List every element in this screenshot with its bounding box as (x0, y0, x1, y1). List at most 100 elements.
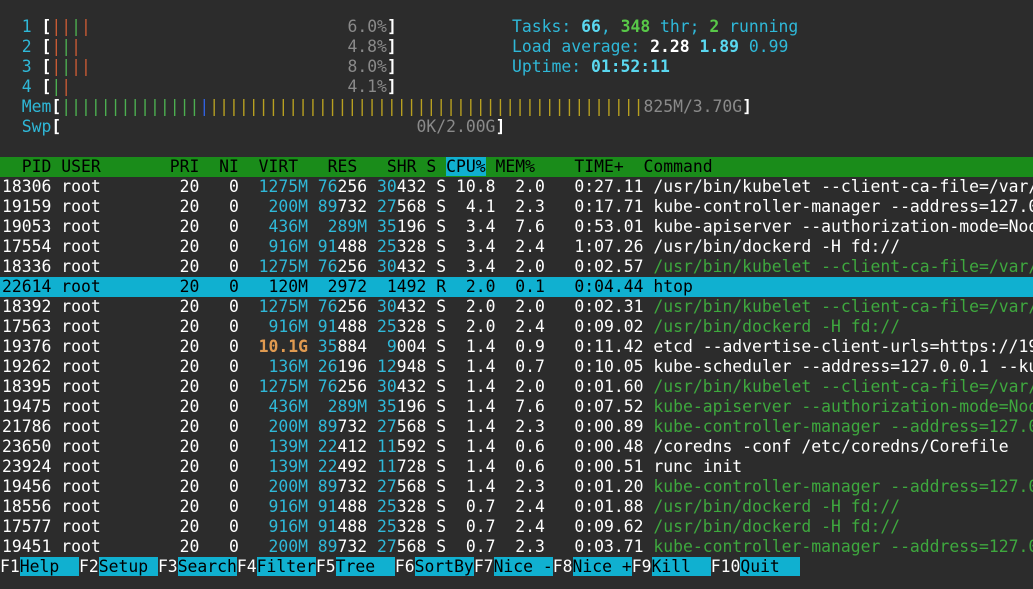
cpu-percent: 2.0 (446, 317, 496, 336)
process-row[interactable]: 19159 root 20 0 200M 89732 27568 S 4.1 2… (2, 197, 1033, 217)
res: 76256 (307, 177, 368, 196)
process-row[interactable]: 18392 root 20 0 1275M 76256 30432 S 2.0 … (2, 297, 1033, 317)
command: /usr/bin/kubelet --client-ca-file=/var/l (643, 257, 1033, 276)
col-cpu[interactable]: CPU% (446, 157, 486, 176)
virt: 916M (238, 237, 308, 256)
process-row[interactable]: 23650 root 20 0 139M 22412 11592 S 1.4 0… (2, 437, 1009, 457)
res: 91488 (307, 237, 368, 256)
process-row[interactable]: 18395 root 20 0 1275M 76256 30432 S 1.4 … (2, 377, 1033, 397)
col-ni[interactable]: NI (209, 157, 248, 176)
col-s[interactable]: S (426, 157, 446, 176)
process-row[interactable]: 19053 root 20 0 436M 289M 35196 S 3.4 7.… (2, 217, 1033, 237)
function-key-f8[interactable]: F8Nice + (553, 557, 632, 576)
function-key-f9[interactable]: F9Kill (632, 557, 711, 576)
load-average: Load average: 2.28 1.89 0.99 (512, 37, 789, 56)
process-row[interactable]: 19475 root 20 0 436M 289M 35196 S 1.4 7.… (2, 397, 1033, 417)
process-row[interactable]: 18306 root 20 0 1275M 76256 30432 S 10.8… (2, 177, 1033, 197)
time: 0:01.60 (544, 377, 644, 396)
function-key-f7[interactable]: F7Nice - (474, 557, 553, 576)
virt: 1275M (238, 177, 308, 196)
nice: 0 (199, 217, 239, 236)
mem-percent: 2.0 (495, 377, 545, 396)
col-pid[interactable]: PID (2, 157, 61, 176)
process-row[interactable]: 23924 root 20 0 139M 22492 11728 S 1.4 0… (2, 457, 742, 477)
time: 0:27.11 (544, 177, 644, 196)
virt: 139M (238, 457, 308, 476)
virt: 916M (238, 317, 308, 336)
command: /usr/bin/kubelet --client-ca-file=/var/l (643, 297, 1033, 316)
res: 22412 (307, 437, 368, 456)
mem-percent: 7.6 (495, 397, 545, 416)
col-command[interactable]: Command (644, 157, 713, 176)
col-res[interactable]: RES (318, 157, 377, 176)
process-row[interactable]: 21786 root 20 0 200M 89732 27568 S 1.4 2… (2, 417, 1033, 437)
cpu-percent: 0.7 (446, 517, 496, 536)
command: /usr/bin/dockerd -H fd:// (643, 497, 901, 516)
pid: 23924 (2, 457, 52, 476)
function-key-f1[interactable]: F1Help (0, 557, 79, 576)
virt: 200M (238, 537, 308, 556)
state: S (426, 397, 447, 416)
col-mem[interactable]: MEM% (486, 157, 555, 176)
nice: 0 (199, 437, 239, 456)
process-row[interactable]: 17554 root 20 0 916M 91488 25328 S 3.4 2… (2, 237, 900, 257)
cpu-meter-2: 2 [||| 4.8%] (21, 37, 397, 56)
col-shr[interactable]: SHR (377, 157, 426, 176)
res: 76256 (307, 297, 368, 316)
virt: 200M (238, 477, 308, 496)
col-pri[interactable]: PRI (160, 157, 209, 176)
function-key-f5[interactable]: F5Tree (316, 557, 395, 576)
process-row[interactable]: 18336 root 20 0 1275M 76256 30432 S 3.4 … (2, 257, 1033, 277)
command: kube-controller-manager --address=127.0. (643, 477, 1033, 496)
pid: 19262 (2, 357, 52, 376)
process-row[interactable]: 17577 root 20 0 916M 91488 25328 S 0.7 2… (2, 517, 900, 537)
swap-value: 0K/2.00G (416, 117, 496, 136)
function-key-f4[interactable]: F4Filter (237, 557, 316, 576)
user: root (51, 197, 151, 216)
res: 2972 (307, 277, 368, 296)
command: /usr/bin/kubelet --client-ca-file=/var/l (643, 177, 1033, 196)
col-time[interactable]: TIME+ (555, 157, 644, 176)
res: 91488 (307, 497, 368, 516)
command: /usr/bin/kubelet --client-ca-file=/var/l (643, 377, 1033, 396)
process-row[interactable]: 19262 root 20 0 136M 26196 12948 S 1.4 0… (2, 357, 1033, 377)
command: kube-apiserver --authorization-mode=Node (643, 397, 1033, 416)
process-row[interactable]: 19456 root 20 0 200M 89732 27568 S 1.4 2… (2, 477, 1033, 497)
mem-label: Mem (21, 97, 52, 116)
shr: 25328 (367, 317, 427, 336)
cpu-percent: 3.4 (446, 237, 496, 256)
col-user[interactable]: USER (61, 157, 160, 176)
state: S (426, 297, 447, 316)
pid: 17554 (2, 237, 52, 256)
cpu-percent: 4.8% (347, 37, 387, 56)
state: S (426, 497, 447, 516)
res: 91488 (307, 517, 368, 536)
function-key-f10[interactable]: F10Quit (711, 557, 800, 576)
virt: 1275M (238, 297, 308, 316)
process-row[interactable]: 19451 root 20 0 200M 89732 27568 S 0.7 2… (2, 537, 1033, 557)
nice: 0 (199, 397, 239, 416)
pid: 18306 (2, 177, 52, 196)
process-row[interactable]: 19376 root 20 0 10.1G 35884 9004 S 1.4 0… (2, 337, 1033, 357)
process-row[interactable]: 18556 root 20 0 916M 91488 25328 S 0.7 2… (2, 497, 900, 517)
user: root (51, 517, 151, 536)
col-virt[interactable]: VIRT (249, 157, 318, 176)
nice: 0 (199, 457, 239, 476)
command: kube-controller-manager --address=127.0. (643, 197, 1033, 216)
function-key-f2[interactable]: F2Setup (79, 557, 158, 576)
function-key-f3[interactable]: F3Search (158, 557, 237, 576)
function-key-label: F9 (631, 557, 652, 576)
process-row[interactable]: 22614 root 20 0 120M 2972 1492 R 2.0 0.1… (0, 277, 1033, 297)
function-key-label: F4 (236, 557, 257, 576)
cpu-id: 2 (21, 37, 32, 56)
time: 0:53.01 (544, 217, 644, 236)
priority: 20 (150, 417, 200, 436)
state: S (426, 177, 447, 196)
user: root (51, 417, 151, 436)
function-key-action: Kill (651, 557, 711, 576)
command: /usr/bin/dockerd -H fd:// (643, 517, 901, 536)
process-table-header[interactable]: PID USER PRI NI VIRT RES SHR S CPU% MEM%… (0, 157, 1033, 177)
process-row[interactable]: 17563 root 20 0 916M 91488 25328 S 2.0 2… (2, 317, 900, 337)
function-key-f6[interactable]: F6SortBy (395, 557, 474, 576)
shr: 35196 (367, 397, 427, 416)
